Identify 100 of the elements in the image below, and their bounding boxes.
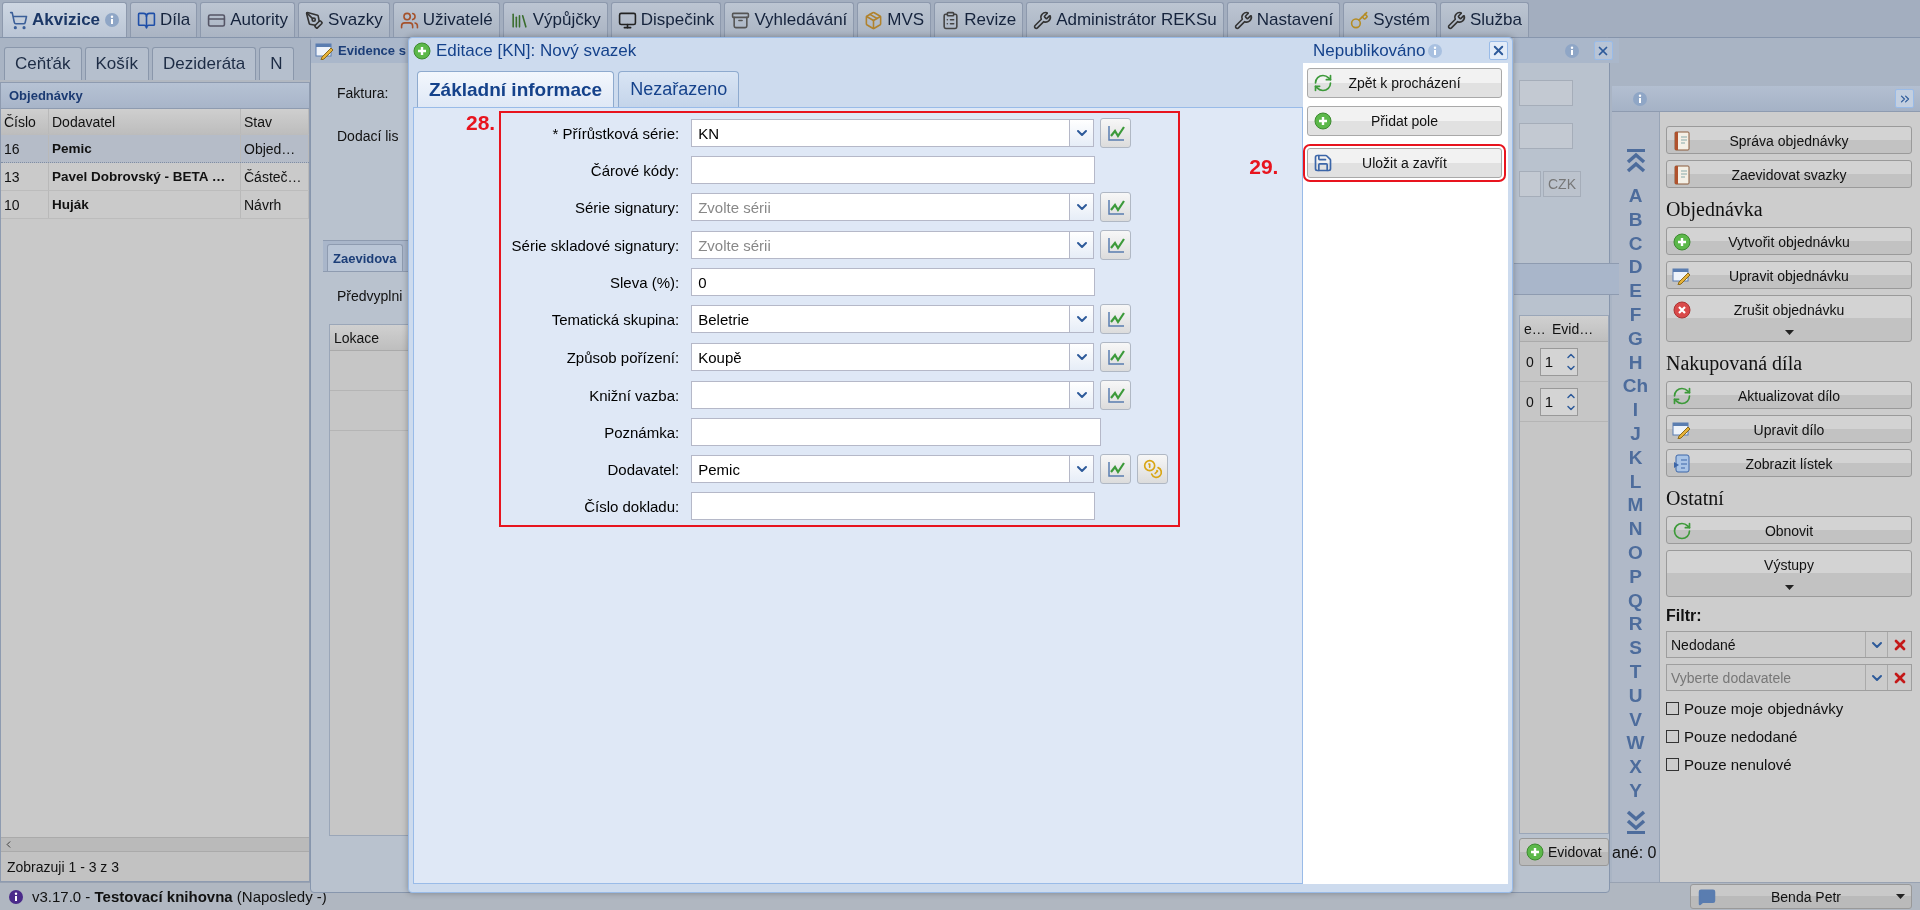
table-row[interactable]: 13 Pavel Dobrovský - BETA … Částeč…	[1, 163, 309, 191]
dropdown-button[interactable]	[1069, 194, 1094, 220]
series-button[interactable]	[1100, 342, 1132, 372]
evidovat-button[interactable]: Evidovat	[1519, 838, 1609, 866]
sidebar-button[interactable]: Zrušit objednávku	[1666, 295, 1912, 342]
column-header[interactable]: Číslo	[1, 109, 49, 134]
input-field[interactable]: Vyberte dodavatele	[1667, 665, 1865, 690]
panel-title: Objednávky	[1, 83, 309, 109]
number-spinner[interactable]: 1	[1539, 387, 1578, 416]
tab[interactable]: Základní informace	[417, 71, 615, 107]
sub-tab[interactable]: N	[259, 47, 294, 80]
sidebar-button[interactable]: Zaevidovat svazky	[1666, 160, 1912, 188]
close-icon	[1491, 43, 1506, 58]
dropdown-button[interactable]	[1069, 382, 1094, 408]
jump-bottom-icon[interactable]	[1624, 808, 1647, 835]
module-tab[interactable]: Systém	[1343, 2, 1437, 37]
lookup-button[interactable]	[1137, 454, 1169, 484]
module-tab[interactable]: Nastavení	[1226, 2, 1341, 37]
caret-icon	[1784, 585, 1794, 590]
sidebar-button[interactable]: Správa objednávky	[1666, 126, 1912, 154]
input-field[interactable]	[1519, 171, 1541, 197]
series-button[interactable]	[1100, 454, 1132, 484]
plus-icon	[1673, 233, 1691, 251]
series-button[interactable]	[1100, 304, 1132, 334]
checkbox-option[interactable]: Pouze moje objednávky	[1666, 697, 1912, 719]
column-header[interactable]: Lokace	[330, 325, 408, 351]
sub-tab[interactable]: Košík	[84, 47, 150, 80]
sidebar-button[interactable]: Obnovit	[1666, 516, 1912, 544]
checkbox[interactable]	[1666, 701, 1679, 715]
table-row[interactable]: 16 Pemic Objed…	[1, 135, 309, 163]
sidebar-button[interactable]: Výstupy	[1666, 550, 1912, 597]
close-button[interactable]	[1593, 41, 1613, 60]
user-menu-button[interactable]: Benda Petr	[1690, 884, 1912, 909]
text-field[interactable]	[691, 156, 1096, 184]
dropdown-button[interactable]	[1069, 120, 1094, 146]
series-button[interactable]	[1100, 118, 1132, 148]
module-tab[interactable]: Svazky	[297, 2, 390, 37]
checkbox-label: Pouze moje objednávky	[1684, 699, 1844, 717]
notebook-icon	[1673, 131, 1691, 151]
module-tab[interactable]: Dispečink	[610, 2, 722, 37]
filter-combo[interactable]: Nedodané	[1666, 631, 1912, 658]
action-button[interactable]: Přidat pole	[1307, 106, 1502, 136]
series-button[interactable]	[1100, 192, 1132, 222]
module-tab[interactable]: Akvizice	[2, 2, 128, 37]
caret-icon	[1784, 330, 1794, 335]
column-header[interactable]: Evid…	[1552, 320, 1594, 337]
series-button[interactable]	[1100, 380, 1132, 410]
column-header[interactable]: Stav	[241, 109, 309, 134]
module-tab[interactable]: Díla	[130, 2, 198, 37]
module-tab[interactable]: Uživatelé	[392, 2, 500, 37]
filter-combo[interactable]: Vyberte dodavatele	[1666, 664, 1912, 691]
module-tab[interactable]: Výpůjčky	[502, 2, 608, 37]
module-tab[interactable]: Administrátor REKSu	[1026, 2, 1224, 37]
sidebar-button[interactable]: Aktualizovat dílo	[1666, 381, 1912, 409]
text-field[interactable]: 0	[691, 268, 1096, 296]
checkbox-option[interactable]: Pouze nedodané	[1666, 725, 1912, 747]
module-tab[interactable]: Revize	[934, 2, 1024, 37]
sidebar-button[interactable]: Zobrazit lístek	[1666, 449, 1912, 477]
sync-icon	[1313, 73, 1333, 93]
table-cell: Objed…	[241, 135, 309, 162]
sidebar-button[interactable]: Vytvořit objednávku	[1666, 227, 1912, 255]
text-field[interactable]	[691, 492, 1096, 520]
pencil-icon	[1672, 267, 1692, 285]
checkbox[interactable]	[1666, 757, 1679, 771]
checkbox[interactable]	[1666, 729, 1679, 743]
chat-icon	[1698, 887, 1716, 906]
expand-button[interactable]	[1895, 89, 1914, 108]
dropdown-button[interactable]	[1069, 344, 1094, 370]
sidebar-button[interactable]: Upravit objednávku	[1666, 261, 1912, 289]
close-button[interactable]	[1489, 41, 1508, 60]
tab[interactable]: Nezařazeno	[618, 71, 740, 107]
plus-icon	[1526, 843, 1544, 861]
note-field[interactable]	[691, 418, 1102, 446]
series-button[interactable]	[1100, 230, 1132, 260]
checkbox-option[interactable]: Pouze nenulové	[1666, 753, 1912, 775]
table-cell: 13	[1, 163, 49, 190]
module-tab[interactable]: Vyhledávání	[724, 2, 855, 37]
clipboard-icon	[941, 10, 961, 30]
input-field[interactable]	[1519, 123, 1573, 149]
sidebar-button[interactable]: Upravit dílo	[1666, 415, 1912, 443]
module-tab[interactable]: Služba	[1440, 2, 1529, 37]
input-field[interactable]	[1519, 80, 1573, 106]
sub-tab[interactable]: Ceňťák	[4, 47, 82, 80]
column-header[interactable]: Dodavatel	[49, 109, 241, 134]
table-row[interactable]: 10 Huják Návrh	[1, 191, 309, 219]
sub-tab[interactable]: Dezideráta	[152, 47, 257, 80]
input-field[interactable]: Nedodané	[1667, 632, 1865, 657]
column-header[interactable]: e…	[1524, 320, 1552, 337]
tab[interactable]: Zaevidova	[327, 244, 403, 271]
scrollbar[interactable]	[1, 837, 309, 851]
jump-top-icon[interactable]	[1624, 148, 1647, 174]
info-icon	[1427, 42, 1444, 59]
number-spinner[interactable]: 1	[1539, 347, 1578, 376]
module-tab[interactable]: MVS	[857, 2, 932, 37]
dropdown-button[interactable]	[1069, 232, 1094, 258]
dropdown-button[interactable]	[1069, 306, 1094, 332]
dialog-title: Editace [KN]: Nový svazek	[436, 40, 637, 61]
action-button[interactable]: Zpět k procházení	[1307, 68, 1502, 98]
dropdown-button[interactable]	[1069, 456, 1094, 482]
module-tab[interactable]: Autority	[200, 2, 295, 37]
